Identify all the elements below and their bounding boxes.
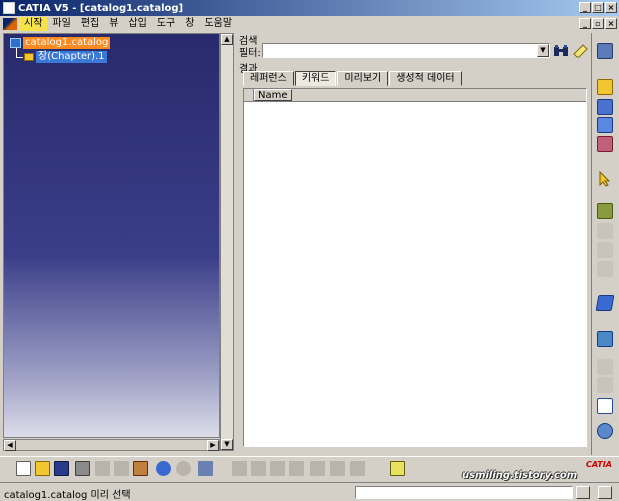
minimize-button[interactable]: _ — [579, 2, 591, 13]
table-icon — [289, 461, 304, 476]
specification-tree[interactable]: catalog1.catalog 장(Chapter).1 — [3, 33, 220, 438]
tab-generative-data[interactable]: 생성적 데이터 — [389, 71, 462, 86]
scroll-up-arrow-icon[interactable]: ▲ — [221, 34, 233, 45]
window-title: CATIA V5 - [catalog1.catalog] — [18, 2, 184, 14]
keyword-icon[interactable] — [595, 295, 615, 311]
command-input[interactable] — [355, 486, 573, 499]
undo-icon[interactable] — [156, 461, 171, 476]
binoculars-icon — [554, 44, 568, 56]
doc-restore-button[interactable]: ▫ — [592, 18, 604, 29]
scroll-left-arrow-icon[interactable]: ◀ — [4, 440, 16, 451]
paste-icon[interactable] — [133, 461, 148, 476]
save-icon[interactable] — [54, 461, 69, 476]
search-binoculars-button[interactable] — [552, 42, 570, 59]
menu-start[interactable]: 시작 — [19, 17, 48, 31]
column-header-name[interactable]: Name — [254, 89, 292, 101]
catalog-icon — [10, 38, 21, 48]
disabled-tool-icon — [597, 261, 613, 277]
graph-icon — [310, 461, 325, 476]
scroll-right-arrow-icon[interactable]: ▶ — [207, 440, 219, 451]
tree-vertical-scrollbar[interactable]: ▲ ▼ — [220, 33, 234, 451]
title-bar: CATIA V5 - [catalog1.catalog] _ □ × — [0, 0, 619, 16]
tree-connector-line — [16, 48, 23, 58]
doc-close-button[interactable]: × — [605, 18, 617, 29]
fit-all-icon[interactable] — [390, 461, 405, 476]
status-bar: catalog1.catalog 미리 선택 — [0, 482, 619, 501]
clear-filter-button[interactable] — [572, 42, 590, 59]
whats-this-icon[interactable] — [198, 461, 213, 476]
formula-icon — [232, 461, 247, 476]
filter-label: 필터: — [239, 48, 261, 59]
redo-icon — [176, 461, 191, 476]
disabled-tool-icon — [597, 242, 613, 258]
open-file-icon[interactable] — [35, 461, 50, 476]
list-icon — [350, 461, 365, 476]
resolve-icon[interactable] — [597, 203, 613, 219]
print-icon[interactable] — [75, 461, 90, 476]
eraser-icon — [573, 43, 588, 57]
new-file-icon[interactable] — [16, 461, 31, 476]
catia-logo: CATIA — [586, 460, 612, 469]
row-selector-column[interactable] — [244, 89, 254, 101]
status-button-1[interactable] — [576, 486, 590, 499]
filter-input[interactable] — [262, 43, 550, 58]
open-folder-icon[interactable] — [597, 79, 613, 95]
menu-file[interactable]: 파일 — [47, 17, 75, 31]
menu-window[interactable]: 창 — [180, 17, 199, 31]
add-family-icon[interactable] — [597, 117, 613, 133]
watermark-text: usmiling.tistory.com — [462, 470, 578, 481]
chevron-down-icon[interactable]: ▼ — [537, 44, 549, 57]
tree-node-root[interactable]: catalog1.catalog — [10, 37, 111, 49]
comment-icon — [251, 461, 266, 476]
tab-keyword[interactable]: 키워드 — [294, 71, 337, 86]
doc-minimize-button[interactable]: _ — [579, 18, 591, 29]
panel-splitter[interactable] — [234, 33, 238, 451]
disabled-tool-icon — [597, 377, 613, 393]
add-chapter-icon[interactable] — [597, 99, 613, 115]
menu-edit[interactable]: 편집 — [76, 17, 104, 31]
select-arrow-icon[interactable] — [597, 170, 613, 187]
publish-icon[interactable] — [597, 423, 613, 439]
info-icon — [270, 461, 285, 476]
tree-horizontal-scrollbar[interactable]: ◀ ▶ — [3, 439, 220, 451]
tree-child-label[interactable]: 장(Chapter).1 — [36, 51, 107, 63]
menu-tools[interactable]: 도구 — [152, 17, 180, 31]
tab-reference[interactable]: 레퍼런스 — [243, 71, 294, 86]
status-message: catalog1.catalog 미리 선택 — [4, 490, 131, 501]
folder-icon — [24, 53, 34, 61]
menu-view[interactable]: 뷰 — [104, 17, 123, 31]
report-icon[interactable] — [597, 398, 613, 414]
results-table-header: Name — [244, 89, 586, 102]
results-table[interactable]: Name — [243, 88, 587, 447]
menu-help[interactable]: 도움말 — [199, 17, 237, 31]
tab-preview[interactable]: 미리보기 — [337, 71, 389, 86]
disabled-tool-icon — [597, 223, 613, 239]
maximize-button[interactable]: □ — [592, 2, 604, 13]
cut-icon — [95, 461, 110, 476]
menu-insert[interactable]: 삽입 — [123, 17, 151, 31]
add-component-icon[interactable] — [597, 136, 613, 152]
document-icon[interactable] — [3, 18, 17, 30]
result-tabs: 레퍼런스 키워드 미리보기 생성적 데이터 — [243, 71, 463, 86]
menu-bar: 시작 파일 편집 뷰 삽입 도구 창 도움말 _ ▫ × — [0, 16, 619, 32]
copy-icon — [114, 461, 129, 476]
tree-node-chapter[interactable]: 장(Chapter).1 — [24, 51, 107, 63]
tree-root-label[interactable]: catalog1.catalog — [23, 37, 111, 49]
disabled-tool-icon — [597, 359, 613, 375]
catalog-window-icon[interactable] — [597, 43, 613, 59]
scroll-down-arrow-icon[interactable]: ▼ — [221, 439, 233, 450]
generative-data-icon[interactable] — [597, 331, 613, 347]
catia-app-icon — [3, 2, 15, 14]
close-button[interactable]: × — [605, 2, 617, 13]
analysis-icon — [330, 461, 345, 476]
right-toolbar — [591, 33, 619, 455]
status-button-2[interactable] — [598, 486, 612, 499]
